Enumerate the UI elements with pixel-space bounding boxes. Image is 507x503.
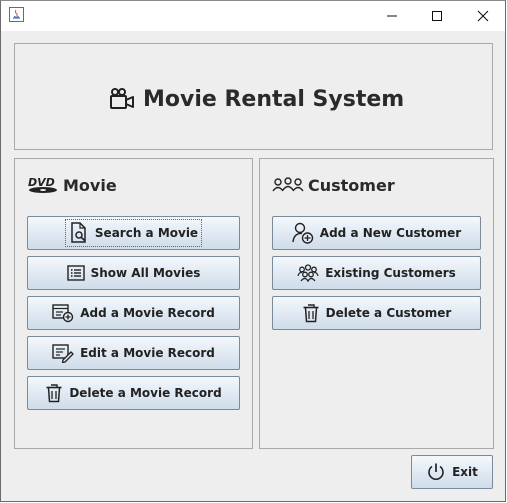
existing-customers-button[interactable]: Existing Customers: [272, 256, 481, 290]
customers-icon: [272, 177, 304, 192]
customer-section-title: Customer: [308, 175, 395, 195]
maximize-button[interactable]: [414, 0, 460, 31]
movie-camera-icon: [110, 88, 134, 109]
show-all-movies-button[interactable]: Show All Movies: [27, 256, 240, 290]
window-titlebar: [0, 0, 507, 31]
search-movie-label: Search a Movie: [94, 226, 199, 240]
add-user-icon: [292, 222, 313, 244]
add-movie-record-label: Add a Movie Record: [80, 306, 215, 320]
exit-label: Exit: [452, 465, 478, 479]
delete-customer-button[interactable]: Delete a Customer: [272, 296, 481, 330]
search-document-icon: [71, 222, 86, 243]
maximize-icon: [432, 10, 442, 21]
page-title: Movie Rental System: [109, 83, 404, 115]
movie-section-heading: DVD Movie: [27, 174, 117, 196]
minimize-icon: [387, 15, 397, 16]
power-icon: [428, 463, 444, 480]
movie-section-title: Movie: [63, 175, 117, 195]
minimize-button[interactable]: [369, 0, 415, 31]
add-movie-record-button[interactable]: Add a Movie Record: [27, 296, 240, 330]
add-record-icon: [52, 304, 74, 323]
delete-movie-record-button[interactable]: Delete a Movie Record: [27, 376, 240, 410]
close-button[interactable]: [460, 0, 506, 31]
dvd-icon: DVD: [28, 176, 57, 193]
edit-record-icon: [52, 344, 74, 363]
close-icon: [477, 10, 489, 21]
customer-section-heading: Customer: [272, 174, 395, 196]
add-new-customer-label: Add a New Customer: [319, 226, 462, 240]
exit-button[interactable]: Exit: [411, 455, 493, 489]
delete-movie-record-label: Delete a Movie Record: [69, 386, 222, 400]
java-app-icon: [9, 7, 24, 22]
users-icon: [297, 264, 319, 282]
edit-movie-record-label: Edit a Movie Record: [80, 346, 215, 360]
search-movie-button[interactable]: Search a Movie: [27, 216, 240, 250]
trash-icon: [303, 304, 319, 323]
list-icon: [66, 265, 85, 281]
trash-icon: [46, 384, 62, 403]
page-title-text: Movie Rental System: [143, 86, 405, 112]
add-new-customer-button[interactable]: Add a New Customer: [272, 216, 481, 250]
edit-movie-record-button[interactable]: Edit a Movie Record: [27, 336, 240, 370]
existing-customers-label: Existing Customers: [325, 266, 456, 280]
delete-customer-label: Delete a Customer: [325, 306, 452, 320]
focus-ring: Search a Movie: [64, 219, 203, 247]
show-all-movies-label: Show All Movies: [90, 266, 201, 280]
